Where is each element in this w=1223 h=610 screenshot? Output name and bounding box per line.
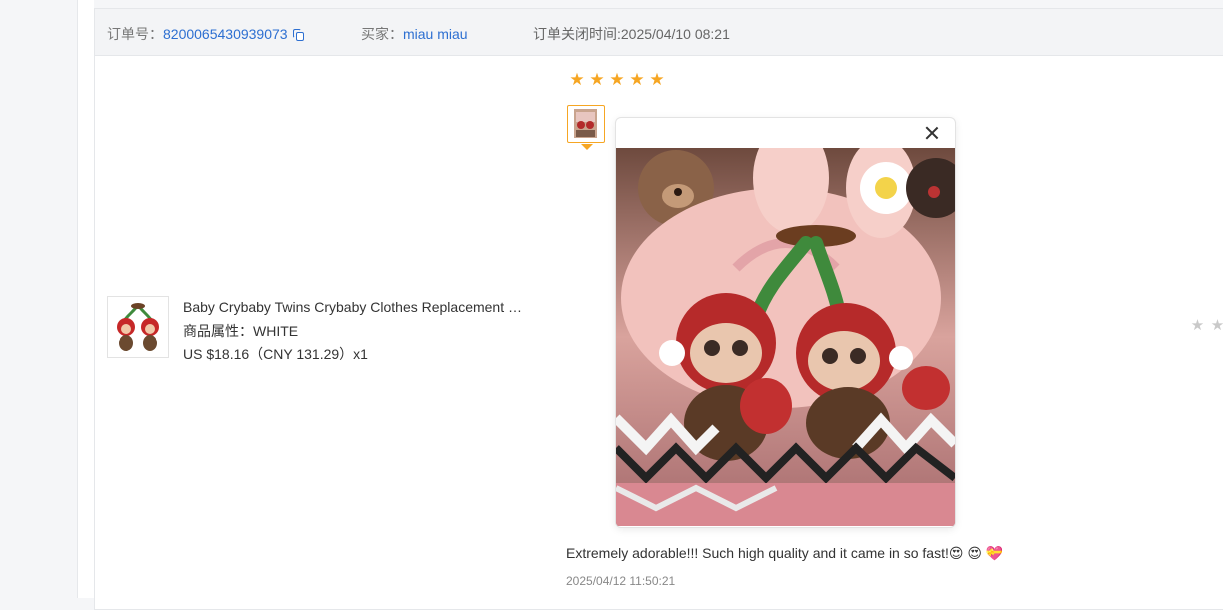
order-number-link[interactable]: 8200065430939073 bbox=[163, 26, 288, 42]
buyer-field: 买家：miau miau bbox=[361, 24, 468, 44]
star-icon: ★ bbox=[1210, 317, 1223, 334]
thumbnail-pointer bbox=[581, 144, 593, 150]
star-icon: ★ bbox=[589, 70, 605, 89]
review-image-thumbnail[interactable] bbox=[567, 105, 605, 143]
next-review-rating: ★ ★ bbox=[1189, 317, 1223, 335]
close-icon[interactable] bbox=[923, 124, 941, 142]
review-photo[interactable] bbox=[616, 148, 955, 526]
product-image bbox=[108, 297, 168, 357]
buyer-label: 买家： bbox=[361, 26, 403, 42]
order-review-card: 订单号：8200065430939073 买家：miau miau 订单关闭时间… bbox=[94, 8, 1223, 610]
review-text: Extremely adorable!!! Such high quality … bbox=[566, 545, 1004, 561]
star-icon: ★ bbox=[569, 70, 585, 89]
star-icon: ★ bbox=[649, 70, 665, 89]
copy-icon[interactable] bbox=[292, 29, 304, 41]
review-date: 2025/04/12 11:50:21 bbox=[566, 574, 676, 588]
review-thumbnail-image bbox=[574, 109, 597, 138]
order-header: 订单号：8200065430939073 买家：miau miau 订单关闭时间… bbox=[95, 9, 1223, 56]
review-rating: ★ ★ ★ ★ ★ bbox=[568, 71, 666, 89]
product-info: Baby Crybaby Twins Crybaby Clothes Repla… bbox=[183, 296, 531, 367]
content-gutter bbox=[78, 0, 94, 598]
star-icon: ★ bbox=[1190, 317, 1205, 334]
product-attr-label: 商品属性： bbox=[183, 322, 253, 339]
product-thumbnail[interactable] bbox=[107, 296, 169, 358]
left-sidebar bbox=[0, 0, 78, 598]
order-closed-time-text: 订单关闭时间:2025/04/10 08:21 bbox=[533, 26, 730, 42]
product-attr-value: WHITE bbox=[253, 322, 299, 339]
order-closed-time: 订单关闭时间:2025/04/10 08:21 bbox=[533, 24, 730, 44]
buyer-link[interactable]: miau miau bbox=[403, 26, 468, 42]
image-preview-popup bbox=[615, 117, 956, 528]
product-attribute: 商品属性：WHITE bbox=[183, 320, 531, 344]
star-icon: ★ bbox=[629, 70, 645, 89]
star-icon: ★ bbox=[609, 70, 625, 89]
order-number-label: 订单号： bbox=[107, 26, 163, 42]
order-number-field: 订单号：8200065430939073 bbox=[107, 24, 304, 44]
product-price: US $18.16（CNY 131.29）x1 bbox=[183, 346, 368, 362]
product-title[interactable]: Baby Crybaby Twins Crybaby Clothes Repla… bbox=[183, 296, 531, 320]
